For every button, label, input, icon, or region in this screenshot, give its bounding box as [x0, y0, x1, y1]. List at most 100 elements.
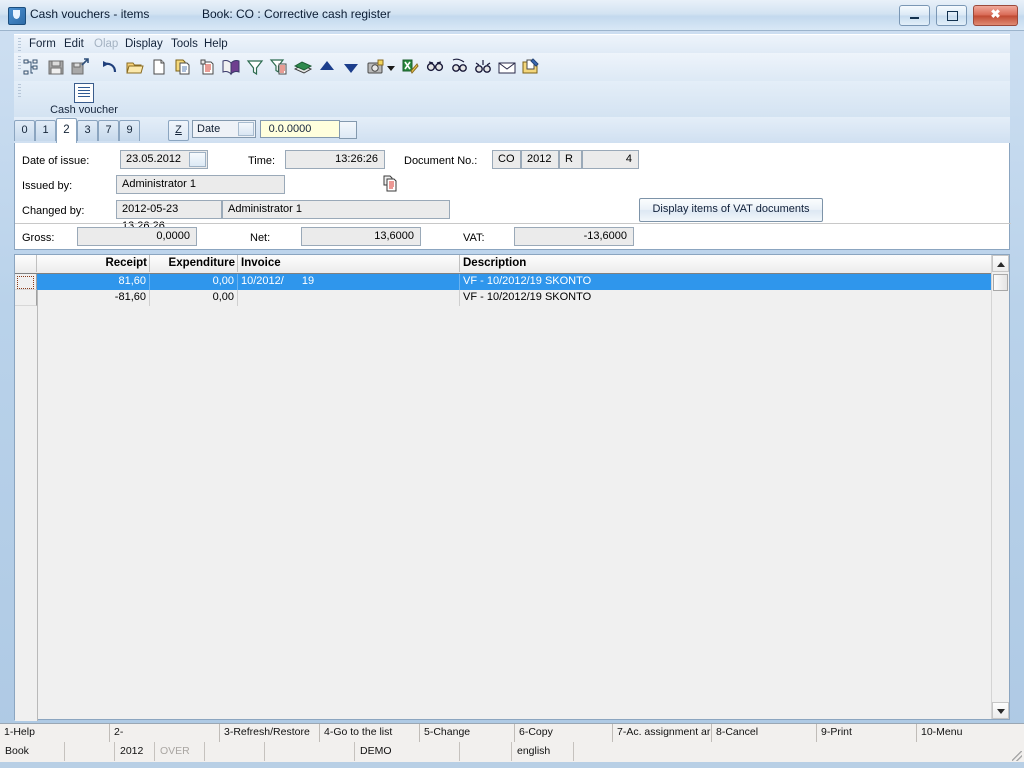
status-blank-5 [574, 742, 1024, 761]
save-as-icon[interactable] [70, 57, 90, 77]
menu-item-help[interactable]: Help [199, 37, 233, 51]
maximize-button[interactable] [935, 5, 967, 26]
tab-strip: 0 1 2 3 7 9 Z Date 0.0.0000 [14, 117, 1010, 143]
fkey-4-go-to-the-list[interactable]: 4-Go to the list [320, 724, 420, 742]
tab-7[interactable]: 7 [98, 120, 119, 141]
camera-icon[interactable] [366, 57, 386, 77]
scroll-down-icon[interactable] [992, 702, 1009, 719]
cell-expenditure[interactable]: 0,00 [150, 290, 238, 306]
grid-header-receipt[interactable]: Receipt [37, 255, 150, 272]
ribbon-gripper[interactable] [18, 84, 21, 97]
save-icon[interactable] [46, 57, 66, 77]
book-icon[interactable] [221, 57, 241, 77]
fkey-9-print[interactable]: 9-Print [817, 724, 917, 742]
menu-item-edit[interactable]: Edit [59, 37, 89, 51]
time-field[interactable]: 13:26:26 [285, 150, 385, 169]
date-of-issue-field[interactable]: 23.05.2012 [120, 150, 208, 169]
toolbar-gripper[interactable] [18, 56, 21, 69]
tab-1[interactable]: 1 [35, 120, 56, 141]
menu-item-display[interactable]: Display [120, 37, 168, 51]
status-demo: DEMO [355, 742, 460, 761]
tab-2[interactable]: 2 [56, 118, 77, 143]
function-key-bar: 1-Help 2- 3-Refresh/Restore 4-Go to the … [0, 723, 1024, 744]
new-document-icon[interactable] [149, 57, 169, 77]
find-icon[interactable] [425, 57, 445, 77]
vat-value: -13,6000 [583, 230, 627, 242]
form-divider [15, 223, 1011, 224]
ribbon-item-cash-voucher[interactable]: Cash voucher [44, 83, 124, 116]
fkey-1-help[interactable]: 1-Help [0, 724, 110, 742]
status-bar: Book 2012 OVER DEMO english [0, 742, 1024, 763]
changed-by-user-value: Administrator 1 [228, 203, 302, 215]
grid-vertical-scrollbar[interactable] [991, 255, 1009, 719]
filter-icon[interactable] [245, 57, 265, 77]
edit-document-icon[interactable] [521, 57, 541, 77]
date-of-issue-dropdown-icon[interactable] [189, 152, 206, 167]
scroll-up-icon[interactable] [992, 255, 1009, 272]
close-button[interactable]: ✖ [973, 5, 1018, 26]
date-value-dropdown-icon[interactable] [339, 121, 357, 139]
z-sort-button[interactable]: Z [168, 120, 189, 141]
tab-9[interactable]: 9 [119, 120, 140, 141]
grid-header-description[interactable]: Description [460, 255, 993, 272]
document-no-book-field[interactable]: CO [492, 150, 521, 169]
fkey-10-menu[interactable]: 10-Menu [917, 724, 1024, 742]
issued-by-label: Issued by: [22, 180, 73, 192]
dropdown-arrow-icon[interactable] [385, 57, 397, 77]
structure-tree-icon[interactable] [22, 57, 42, 77]
find-all-icon[interactable] [473, 57, 493, 77]
menu-item-tools[interactable]: Tools [166, 37, 203, 51]
find-next-icon[interactable] [449, 57, 469, 77]
fkey-2[interactable]: 2- [110, 724, 220, 742]
minimize-button[interactable] [898, 5, 930, 26]
window-controls: ✖ [896, 5, 1018, 26]
scroll-thumb[interactable] [993, 274, 1008, 291]
cell-invoice[interactable] [238, 290, 460, 306]
voucher-document-icon [74, 83, 94, 103]
grid-header-invoice[interactable]: Invoice [238, 255, 460, 272]
sort-field-combo[interactable]: Date [192, 120, 256, 138]
cell-invoice[interactable]: 10/2012/19 [238, 274, 460, 290]
tab-3[interactable]: 3 [77, 120, 98, 141]
document-no-series-field[interactable]: R [559, 150, 582, 169]
cell-receipt[interactable]: -81,60 [37, 290, 150, 306]
export-excel-icon[interactable] [400, 57, 420, 77]
arrow-down-icon[interactable] [341, 57, 361, 77]
date-value-field[interactable]: 0.0.0000 [260, 120, 357, 139]
fkey-8-cancel[interactable]: 8-Cancel [712, 724, 817, 742]
cell-description[interactable]: VF - 10/2012/19 SKONTO [460, 274, 993, 290]
cell-description[interactable]: VF - 10/2012/19 SKONTO [460, 290, 993, 306]
display-vat-documents-button[interactable]: Display items of VAT documents [639, 198, 823, 222]
chevron-down-icon[interactable] [238, 122, 254, 136]
tab-0[interactable]: 0 [14, 120, 35, 141]
menu-item-form[interactable]: Form [24, 37, 61, 51]
row-selector[interactable] [15, 274, 37, 290]
status-blank-4 [460, 742, 512, 761]
undo-icon[interactable] [100, 57, 120, 77]
fkey-6-copy[interactable]: 6-Copy [515, 724, 613, 742]
issued-by-field[interactable]: Administrator 1 [116, 175, 285, 194]
document-no-year-field[interactable]: 2012 [521, 150, 559, 169]
open-folder-icon[interactable] [125, 57, 145, 77]
table-row[interactable]: 81,60 0,00 10/2012/19 VF - 10/2012/19 SK… [15, 274, 993, 290]
fkey-7-ac-assignment[interactable]: 7-Ac. assignment ar [613, 724, 712, 742]
document-no-number-field[interactable]: 4 [582, 150, 639, 169]
filter-document-icon[interactable] [269, 57, 289, 77]
fkey-5-change[interactable]: 5-Change [420, 724, 515, 742]
row-selector[interactable] [15, 290, 37, 306]
layers-icon[interactable] [293, 57, 313, 77]
lock-document-icon[interactable] [197, 57, 217, 77]
table-row[interactable]: -81,60 0,00 VF - 10/2012/19 SKONTO [15, 290, 993, 306]
document-no-label: Document No.: [404, 155, 478, 167]
cell-expenditure[interactable]: 0,00 [150, 274, 238, 290]
mail-icon[interactable] [497, 57, 517, 77]
resize-grip-icon[interactable] [1012, 751, 1022, 761]
gross-field: 0,0000 [77, 227, 197, 246]
copy-document-icon[interactable] [381, 174, 401, 194]
grid-header-expenditure[interactable]: Expenditure [150, 255, 238, 272]
cell-receipt[interactable]: 81,60 [37, 274, 150, 290]
menu-gripper[interactable] [18, 38, 21, 51]
copy-document-icon[interactable] [173, 57, 193, 77]
fkey-3-refresh-restore[interactable]: 3-Refresh/Restore [220, 724, 320, 742]
arrow-up-icon[interactable] [317, 57, 337, 77]
